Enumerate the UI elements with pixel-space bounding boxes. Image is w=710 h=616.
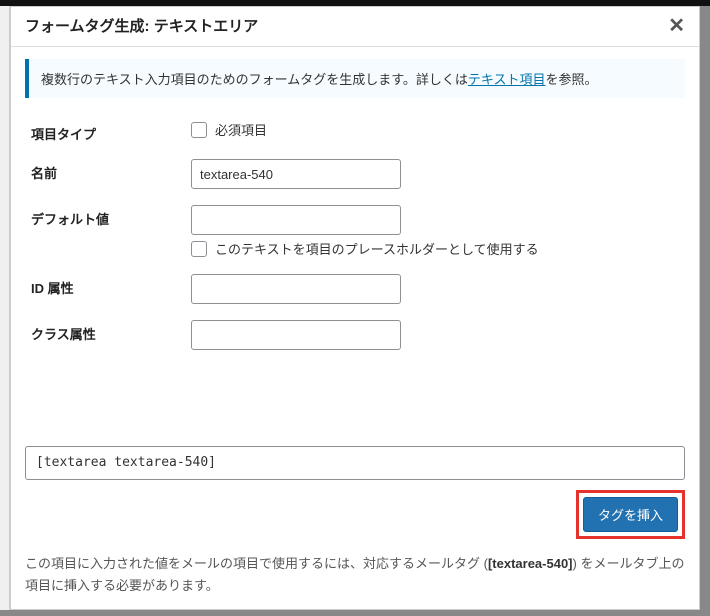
info-link[interactable]: テキスト項目 <box>468 72 546 87</box>
class-attr-label: クラス属性 <box>25 312 185 358</box>
required-checkbox-label: 必須項目 <box>215 120 267 139</box>
form-tag-generator-modal: フォームタグ生成: テキストエリア ✕ 複数行のテキスト入力項目のためのフォーム… <box>10 6 700 610</box>
class-attr-input[interactable] <box>191 320 401 350</box>
insert-tag-button[interactable]: タグを挿入 <box>583 497 678 532</box>
modal-header: フォームタグ生成: テキストエリア ✕ <box>11 7 699 47</box>
modal-footer: タグを挿入 この項目に入力された値をメールの項目で使用するには、対応するメールタ… <box>11 436 699 609</box>
id-attr-label: ID 属性 <box>25 266 185 312</box>
info-box: 複数行のテキスト入力項目のためのフォームタグを生成します。詳しくはテキスト項目を… <box>25 59 685 98</box>
name-input[interactable] <box>191 159 401 189</box>
mail-tag: [textarea-540] <box>488 556 573 571</box>
id-attr-input[interactable] <box>191 274 401 304</box>
info-text-after: を参照。 <box>546 72 598 87</box>
field-type-label: 項目タイプ <box>25 112 185 151</box>
default-value-label: デフォルト値 <box>25 197 185 266</box>
default-value-input[interactable] <box>191 205 401 235</box>
close-icon[interactable]: ✕ <box>668 16 685 36</box>
info-text-before: 複数行のテキスト入力項目のためのフォームタグを生成します。詳しくは <box>41 72 468 87</box>
required-checkbox[interactable] <box>191 122 207 138</box>
name-label: 名前 <box>25 151 185 197</box>
modal-title: フォームタグ生成: テキストエリア <box>25 15 258 36</box>
help-text-before: この項目に入力された値をメールの項目で使用するには、対応するメールタグ ( <box>25 556 488 571</box>
tag-output[interactable] <box>25 446 685 480</box>
placeholder-checkbox[interactable] <box>191 241 207 257</box>
insert-button-highlight: タグを挿入 <box>576 490 685 539</box>
form-fields-table: 項目タイプ 必須項目 名前 デフォルト値 <box>25 112 685 358</box>
help-text: この項目に入力された値をメールの項目で使用するには、対応するメールタグ ([te… <box>25 553 685 597</box>
placeholder-checkbox-label: このテキストを項目のプレースホルダーとして使用する <box>215 239 539 258</box>
modal-body: 複数行のテキスト入力項目のためのフォームタグを生成します。詳しくはテキスト項目を… <box>11 47 699 436</box>
